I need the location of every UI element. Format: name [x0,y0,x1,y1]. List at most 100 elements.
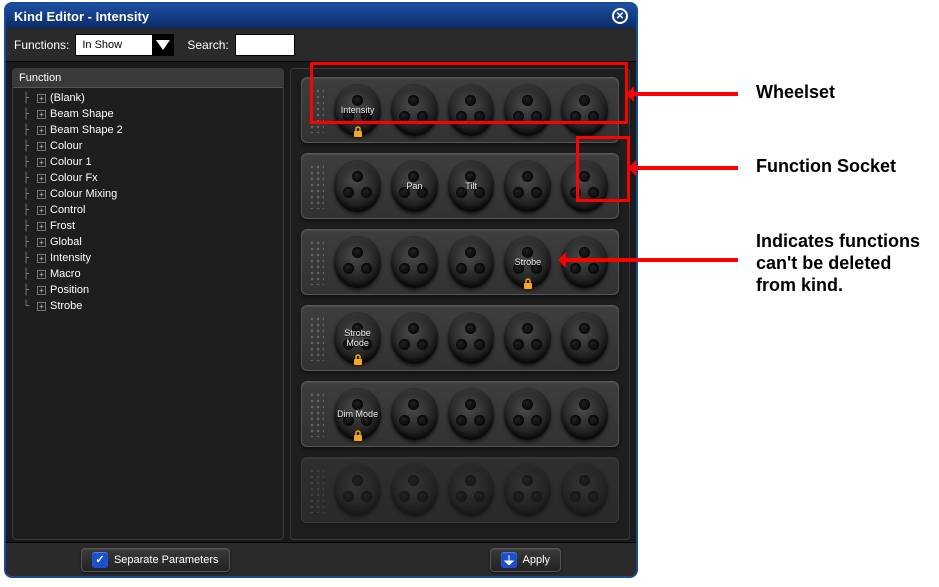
search-input[interactable] [235,34,295,56]
apply-button[interactable]: Apply [490,548,562,572]
function-socket[interactable] [391,236,438,288]
function-socket[interactable]: Strobe [504,236,551,288]
annotation-socket: Function Socket [756,156,896,177]
function-socket[interactable]: Dim Mode [334,388,381,440]
tree-item[interactable]: ├+Colour [13,138,283,154]
functions-select-value: In Show [82,39,122,51]
tree-item[interactable]: ├+Frost [13,218,283,234]
tree-branch-icon: ├ [19,93,33,104]
function-socket[interactable] [561,464,608,516]
drag-grip-icon[interactable] [308,315,324,361]
function-socket[interactable]: Tilt [448,160,495,212]
tree-item[interactable]: ├+Control [13,202,283,218]
tree-item-label: Frost [50,220,75,232]
tree-item[interactable]: ├+Colour Fx [13,170,283,186]
annotation-wheelset: Wheelset [756,82,835,103]
function-socket[interactable] [504,388,551,440]
drag-grip-icon[interactable] [308,467,324,513]
expand-icon[interactable]: + [37,94,46,103]
function-socket[interactable] [391,388,438,440]
function-tree[interactable]: ├+(Blank)├+Beam Shape├+Beam Shape 2├+Col… [13,88,283,539]
wheelset[interactable]: PanTilt [301,153,619,219]
function-socket[interactable] [448,84,495,136]
wheelset[interactable] [301,457,619,523]
tree-item-label: Position [50,284,89,296]
tree-item[interactable]: ├+Colour Mixing [13,186,283,202]
function-socket[interactable]: Intensity [334,84,381,136]
wheelset[interactable]: Strobe Mode [301,305,619,371]
function-socket[interactable] [561,236,608,288]
wheelset[interactable]: Strobe [301,229,619,295]
drag-grip-icon[interactable] [308,163,324,209]
expand-icon[interactable]: + [37,302,46,311]
wheelset[interactable]: Dim Mode [301,381,619,447]
socket-holes-icon [399,171,429,201]
bottombar: ✓ Separate Parameters Apply [6,542,636,576]
function-socket[interactable] [561,84,608,136]
expand-icon[interactable]: + [37,222,46,231]
function-socket[interactable] [561,160,608,212]
function-socket[interactable] [391,84,438,136]
drag-grip-icon[interactable] [308,239,324,285]
tree-branch-icon: ├ [19,253,33,264]
tree-item[interactable]: ├+Beam Shape 2 [13,122,283,138]
expand-icon[interactable]: + [37,110,46,119]
function-socket[interactable] [561,312,608,364]
tree-branch-icon: ├ [19,173,33,184]
tree-item[interactable]: └+Strobe [13,298,283,314]
expand-icon[interactable]: + [37,286,46,295]
function-socket[interactable] [448,464,495,516]
lock-icon [522,278,534,290]
drag-grip-icon[interactable] [308,87,324,133]
expand-icon[interactable]: + [37,190,46,199]
functions-select[interactable]: In Show [75,34,153,56]
socket-holes-icon [456,171,486,201]
expand-icon[interactable]: + [37,270,46,279]
expand-icon[interactable]: + [37,158,46,167]
function-socket[interactable] [334,160,381,212]
function-socket[interactable] [561,388,608,440]
expand-icon[interactable]: + [37,206,46,215]
tree-item-label: Macro [50,268,81,280]
wheelset-panel[interactable]: IntensityPanTiltStrobeStrobe ModeDim Mod… [290,68,630,540]
titlebar[interactable]: Kind Editor - Intensity ✕ [6,4,636,28]
tree-item-label: Colour [50,140,82,152]
function-socket[interactable] [391,464,438,516]
function-socket[interactable] [334,464,381,516]
expand-icon[interactable]: + [37,142,46,151]
expand-icon[interactable]: + [37,238,46,247]
chevron-down-icon[interactable] [152,34,174,56]
tree-item[interactable]: ├+(Blank) [13,90,283,106]
wheelset[interactable]: Intensity [301,77,619,143]
tree-item[interactable]: ├+Position [13,282,283,298]
expand-icon[interactable]: + [37,174,46,183]
checkbox-icon: ✓ [92,552,108,568]
function-socket[interactable] [504,84,551,136]
function-socket[interactable] [334,236,381,288]
function-socket[interactable] [448,388,495,440]
function-socket[interactable] [448,312,495,364]
tree-item[interactable]: ├+Colour 1 [13,154,283,170]
function-socket[interactable] [504,160,551,212]
tree-branch-icon: ├ [19,109,33,120]
tree-item[interactable]: ├+Beam Shape [13,106,283,122]
arrow-lock [560,258,738,262]
expand-icon[interactable]: + [37,254,46,263]
tree-item[interactable]: ├ + Intensity [13,250,283,266]
socket-holes-icon [456,323,486,353]
tree-item-label: Global [50,236,82,248]
drag-grip-icon[interactable] [308,391,324,437]
function-socket[interactable] [391,312,438,364]
function-socket[interactable]: Pan [391,160,438,212]
expand-icon[interactable]: + [37,126,46,135]
close-icon[interactable]: ✕ [612,8,628,24]
function-socket[interactable] [448,236,495,288]
tree-branch-icon: └ [19,301,33,312]
function-socket[interactable]: Strobe Mode [334,312,381,364]
function-socket[interactable] [504,464,551,516]
tree-item-label: Intensity [50,252,91,264]
function-socket[interactable] [504,312,551,364]
tree-item[interactable]: ├+Global [13,234,283,250]
separate-parameters-toggle[interactable]: ✓ Separate Parameters [81,548,230,572]
tree-item[interactable]: ├+Macro [13,266,283,282]
